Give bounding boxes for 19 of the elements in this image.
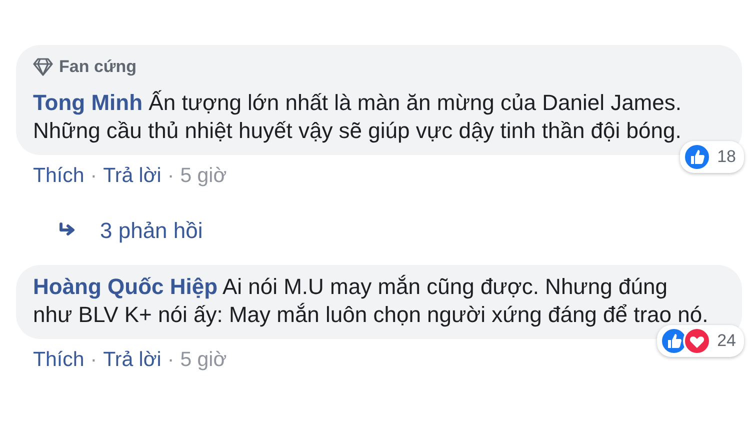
separator-dot: ·: [90, 346, 98, 373]
reply-link[interactable]: Trả lời: [103, 161, 162, 192]
author-link[interactable]: Hoàng Quốc Hiệp: [33, 274, 218, 299]
reaction-count: 24: [717, 330, 736, 352]
author-link[interactable]: Tong Minh: [33, 90, 143, 115]
comment-text: Tong Minh Ấn tượng lớn nhất là màn ăn mừng của Daniel James. Những cầu thủ nhiệt huyết vậy sẽ giúp vực dậy tinh thần đội bóng.: [33, 89, 682, 145]
separator-dot: ·: [167, 346, 174, 373]
separator-dot: ·: [90, 163, 98, 189]
reaction-count: 18: [717, 146, 736, 168]
reply-link[interactable]: Trả lời: [103, 344, 162, 376]
diamond-icon: [33, 58, 53, 76]
like-link[interactable]: Thích: [33, 344, 84, 376]
reaction-summary[interactable]: 24: [657, 324, 744, 357]
badge-label: Fan cứng: [59, 56, 136, 78]
like-icon: [683, 143, 712, 171]
like-link[interactable]: Thích: [33, 161, 84, 192]
reaction-summary[interactable]: 18: [680, 141, 744, 173]
replies-link[interactable]: 3 phản hồi: [100, 214, 203, 247]
separator-dot: ·: [167, 163, 174, 189]
